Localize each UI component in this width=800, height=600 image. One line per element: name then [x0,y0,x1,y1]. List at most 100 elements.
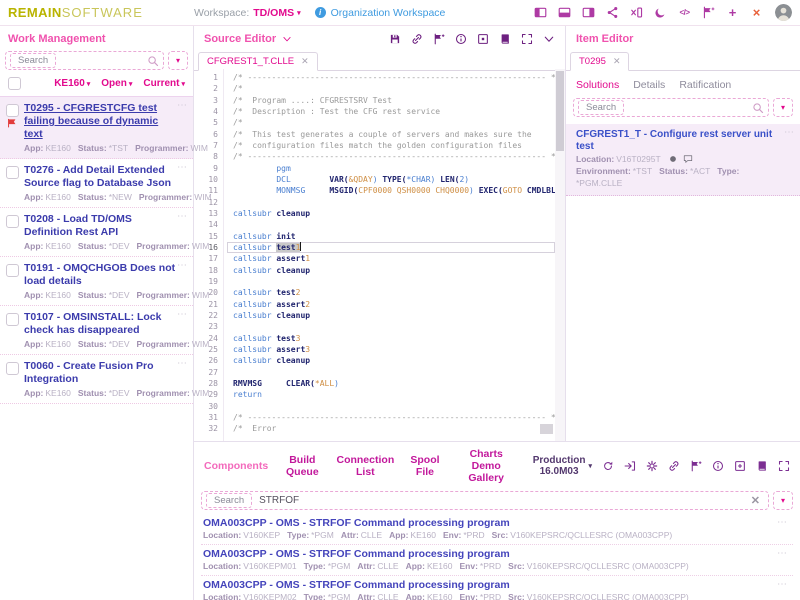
meta-label: Status: [78,143,107,153]
workspace-selector[interactable]: TD/OMS▾ [253,7,300,19]
more-button[interactable]: ⋯ [177,213,188,221]
code-line-text: /* This test generates a couple of serve… [227,129,565,140]
search-options-dropdown[interactable]: ▾ [168,51,188,70]
panel-right-icon[interactable] [582,6,595,19]
search-icon[interactable] [147,55,159,67]
close-panel-icon[interactable] [630,6,643,19]
task-item[interactable]: T0276 - Add Detail Extended Source flag … [0,159,193,208]
more-button[interactable]: ⋯ [177,164,188,172]
tab-components[interactable]: Components [204,448,268,484]
code-line: 11 MONMSG MSGID(CPF0000 QSH0000 CHQ0000)… [194,185,555,196]
task-item[interactable]: T0208 - Load TD/OMS Definition Rest APIA… [0,208,193,257]
code-token: DCL [276,175,290,184]
code-token: callsubr [233,243,272,252]
more-button[interactable]: ⋯ [777,519,788,527]
task-checkbox[interactable] [6,215,19,228]
tab-build-queue[interactable]: Build Queue [284,448,320,484]
more-button[interactable]: ⋯ [777,581,788,589]
share-icon[interactable] [606,6,619,19]
subtab-details[interactable]: Details [633,79,665,91]
filter-ke160[interactable]: KE160▾ [54,78,90,89]
component-row[interactable]: OMA003CPP - OMS - STRFOF Command process… [201,576,793,600]
code-line-text: callsubr assert1 [227,253,555,264]
task-item[interactable]: T0060 - Create Fusion Pro IntegrationApp… [0,355,193,404]
solution-item[interactable]: CFGREST1_T - Configure rest server unit … [566,124,800,196]
component-row[interactable]: OMA003CPP - OMS - STRFOF Command process… [201,545,793,576]
avatar[interactable] [775,4,792,21]
square-plus-icon[interactable] [734,460,746,472]
more-button[interactable]: ⋯ [177,262,188,270]
close-icon[interactable]: ✕ [613,56,621,67]
subtab-ratification[interactable]: Ratification [679,79,731,91]
task-item[interactable]: T0191 - OMQCHGOB Does not load detailsAp… [0,257,193,306]
tab-t0295[interactable]: T0295 ✕ [570,52,629,71]
chevron-down-icon: ▾ [588,462,592,470]
chevron-down-icon[interactable] [282,34,292,44]
components-search-input[interactable]: Search STRFOF ✕ [201,491,769,510]
code-token: cleanup [276,266,310,275]
chevron-down-icon[interactable] [543,33,555,45]
task-checkbox[interactable] [6,166,19,179]
horizontal-scrollbar-thumb[interactable] [540,424,553,434]
flag-add-icon[interactable] [433,33,445,45]
journal-icon[interactable] [499,33,511,45]
task-checkbox[interactable] [6,313,19,326]
tab-spool-file[interactable]: Spool File [410,448,439,484]
link-icon[interactable] [411,33,423,45]
close-icon[interactable]: ✕ [301,56,309,67]
comment-icon[interactable] [683,154,693,164]
scrollbar-thumb[interactable] [556,71,564,151]
code-editor[interactable]: 1/* ------------------------------------… [194,69,565,441]
subtab-solutions[interactable]: Solutions [576,79,619,91]
flag-add-icon[interactable] [690,460,702,472]
close-icon[interactable]: × [750,6,763,19]
gear-icon[interactable] [646,460,658,472]
more-button[interactable]: ⋯ [777,550,788,558]
more-button[interactable]: ⋯ [177,360,188,368]
task-checkbox[interactable] [6,264,19,277]
search-icon[interactable] [752,102,764,114]
maximize-icon[interactable] [778,460,790,472]
line-number: 1 [194,72,227,83]
select-all-checkbox[interactable] [8,77,21,90]
code-icon[interactable]: </> [678,6,691,19]
refresh-icon[interactable] [602,460,614,472]
info-icon[interactable] [712,460,724,472]
sign-in-icon[interactable] [624,460,636,472]
task-checkbox[interactable] [6,362,19,375]
task-item[interactable]: T0295 - CFGRESTCFG test failing because … [0,97,193,159]
task-checkbox[interactable] [6,104,19,117]
line-number: 7 [194,140,227,151]
maximize-icon[interactable] [521,33,533,45]
journal-icon[interactable] [756,460,768,472]
organization-workspace-link[interactable]: Organization Workspace [331,7,446,19]
clear-search-icon[interactable]: ✕ [751,494,760,507]
tab-connection-list[interactable]: Connection List [336,448,394,484]
environment-selector[interactable]: Production 16.0M03▾ [533,455,592,477]
panel-bottom-icon[interactable] [558,6,571,19]
filter-current[interactable]: Current▾ [143,78,185,89]
meta-value: CLLE [377,561,398,571]
tab-charts-demo-gallery[interactable]: Charts Demo Gallery [456,448,517,484]
task-item[interactable]: T0107 - OMSINSTALL: Lock check has disap… [0,306,193,355]
search-options-dropdown[interactable]: ▾ [773,98,793,117]
code-line-text [227,401,555,412]
add-icon[interactable]: + [726,6,739,19]
search-options-dropdown[interactable]: ▾ [773,491,793,510]
panel-left-icon[interactable] [534,6,547,19]
flag-add-icon[interactable] [702,6,715,19]
dark-mode-icon[interactable] [654,6,667,19]
link-icon[interactable] [668,460,680,472]
save-icon[interactable] [389,33,401,45]
meta-value: KE160 [45,241,71,251]
code-token: assert [276,300,305,309]
square-dot-icon[interactable] [477,33,489,45]
filter-open[interactable]: Open▾ [101,78,132,89]
info-icon[interactable] [455,33,467,45]
work-search-input[interactable]: Search [5,51,164,70]
more-button[interactable]: ⋯ [177,102,188,110]
component-row[interactable]: OMA003CPP - OMS - STRFOF Command process… [201,514,793,545]
more-button[interactable]: ⋯ [784,129,795,137]
item-search-input[interactable]: Search [573,98,769,117]
more-button[interactable]: ⋯ [177,311,188,319]
